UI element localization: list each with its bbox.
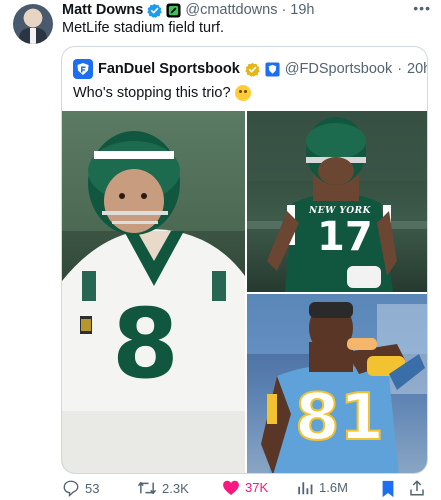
quoted-text: Who's stopping this trio? <box>73 85 231 101</box>
quoted-text-row: Who's stopping this trio? <box>73 85 251 101</box>
quoted-tweet[interactable]: FanDuel Sportsbook @FDSportsbook · 20h W… <box>61 46 428 474</box>
quoted-header-dot: · <box>397 61 403 77</box>
share-button[interactable] <box>408 479 426 500</box>
avatar-shirt <box>30 28 36 44</box>
jersey-number-81: 81 <box>294 381 385 455</box>
author-handle[interactable]: @cmattdowns <box>185 2 277 18</box>
avatar[interactable] <box>13 4 53 44</box>
photo-jets-receiver[interactable]: NEW YORK 17 <box>247 111 427 292</box>
post-time[interactable]: 19h <box>290 2 314 18</box>
retweet-button[interactable]: 2.3K <box>137 479 189 497</box>
affiliate-logo-icon <box>166 2 181 18</box>
views-count: 1.6M <box>319 480 348 495</box>
tweet-header: Matt Downs @cmattdowns · 19h <box>62 2 315 18</box>
fanduel-shield-icon <box>77 63 89 75</box>
heart-filled-icon <box>223 480 239 495</box>
tweet: Matt Downs @cmattdowns · 19h ••• MetLife… <box>0 0 441 500</box>
author-name[interactable]: Matt Downs <box>62 2 143 18</box>
jersey-number-17: 17 <box>317 214 373 260</box>
grimacing-emoji-icon <box>234 85 251 101</box>
views-chart-icon <box>298 482 313 495</box>
photo-jets-quarterback[interactable]: 8 <box>62 111 245 473</box>
gold-verified-badge-icon <box>245 62 260 77</box>
photo-chargers-receiver[interactable]: 81 <box>247 294 427 473</box>
jersey-number-8: 8 <box>112 288 179 400</box>
reply-icon <box>63 480 79 497</box>
reply-count: 53 <box>85 480 100 496</box>
quoted-header: FanDuel Sportsbook @FDSportsbook · 20h <box>73 59 427 79</box>
bookmark-filled-icon <box>382 480 394 498</box>
reply-button[interactable]: 53 <box>62 479 99 497</box>
like-button[interactable]: 37K <box>222 479 268 496</box>
action-bar: 53 2.3K 37K 1.6M <box>62 479 427 499</box>
header-dot: · <box>281 2 287 18</box>
like-count: 37K <box>245 480 269 495</box>
org-affiliate-icon <box>265 61 280 77</box>
retweet-count: 2.3K <box>162 480 189 496</box>
quoted-author-handle[interactable]: @FDSportsbook <box>285 61 392 77</box>
more-options-icon[interactable]: ••• <box>413 0 431 16</box>
verified-badge-icon <box>147 3 163 18</box>
retweet-icon <box>137 481 157 495</box>
views-button[interactable]: 1.6M <box>296 479 348 496</box>
jets-wr-illustration <box>247 111 427 292</box>
photo-grid: 8 NEW YORK 17 81 <box>62 111 427 473</box>
quoted-post-time[interactable]: 20h <box>407 61 427 77</box>
bookmark-button[interactable] <box>380 480 396 500</box>
fanduel-logo-icon[interactable] <box>73 59 93 79</box>
share-icon <box>410 480 424 496</box>
quoted-author-name[interactable]: FanDuel Sportsbook <box>98 61 240 77</box>
tweet-text: MetLife stadium field turf. <box>62 20 224 36</box>
